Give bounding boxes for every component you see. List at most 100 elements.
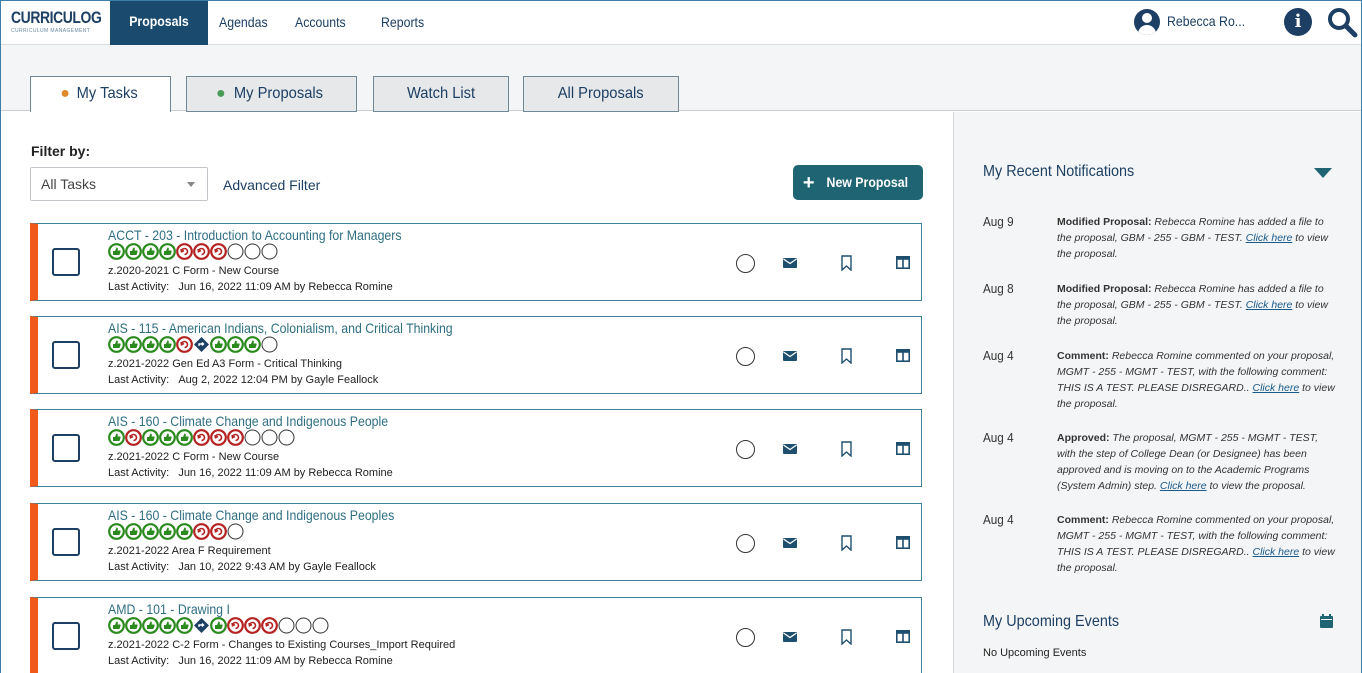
columns-icon[interactable] — [896, 630, 910, 643]
click-here-link[interactable]: Click here — [1160, 480, 1207, 492]
last-activity-value: Jan 10, 2022 9:43 AM by Gayle Feallock — [178, 561, 376, 573]
proposal-form: z.2021-2022 C-2 Form - Changes to Existi… — [108, 639, 456, 651]
tab-my-proposals[interactable]: ● My Proposals — [186, 76, 357, 112]
proposal-card[interactable]: AIS - 115 - American Indians, Colonialis… — [30, 316, 922, 394]
proposal-card[interactable]: ACCT - 203 - Introduction to Accounting … — [30, 223, 922, 301]
last-activity: Last Activity: Jun 16, 2022 11:09 AM by … — [108, 281, 393, 293]
status-circle-icon[interactable] — [736, 347, 755, 366]
workflow-step-empty-icon — [261, 429, 278, 446]
proposal-title-link[interactable]: ACCT - 203 - Introduction to Accounting … — [108, 227, 402, 243]
select-checkbox[interactable] — [52, 528, 80, 556]
task-filter-value: All Tasks — [41, 176, 96, 192]
workflow-step-green-icon — [142, 429, 159, 446]
calendar-icon[interactable] — [1320, 614, 1333, 628]
proposal-card[interactable]: AMD - 101 - Drawing I z.2021-2022 C-2 Fo… — [30, 597, 922, 673]
logo-text: CURRICULOG — [11, 8, 102, 27]
tab-all-proposals[interactable]: All Proposals — [523, 76, 679, 112]
workflow-step-empty-icon — [227, 243, 244, 260]
workflow-step-green-icon — [159, 336, 176, 353]
notification-date: Aug 9 — [983, 214, 1014, 229]
workflow-step-red-icon — [210, 523, 227, 540]
workflow-step-green-icon — [210, 617, 227, 634]
proposal-title-link[interactable]: AIS - 160 - Climate Change and Indigenou… — [108, 507, 394, 523]
collapse-caret-icon[interactable] — [1314, 168, 1332, 178]
workflow-steps — [108, 243, 278, 263]
columns-icon[interactable] — [896, 442, 910, 455]
mail-icon[interactable] — [783, 632, 797, 642]
workflow-step-green-icon — [108, 617, 125, 634]
proposal-form: z.2021-2022 Area F Requirement — [108, 545, 271, 557]
status-circle-icon[interactable] — [736, 628, 755, 647]
workflow-step-green-icon — [142, 336, 159, 353]
proposal-card[interactable]: AIS - 160 - Climate Change and Indigenou… — [30, 503, 922, 581]
nav-accounts[interactable]: Accounts — [295, 1, 346, 45]
workflow-step-green-icon — [125, 336, 142, 353]
proposal-title-link[interactable]: AIS - 160 - Climate Change and Indigenou… — [108, 413, 388, 429]
last-activity-value: Jun 16, 2022 11:09 AM by Rebecca Romine — [178, 655, 393, 667]
search-icon[interactable] — [1326, 6, 1358, 38]
bookmark-icon[interactable] — [841, 348, 852, 364]
info-icon[interactable]: i — [1284, 8, 1312, 36]
workflow-step-green-icon — [125, 523, 142, 540]
notification-date: Aug 4 — [983, 512, 1014, 527]
advanced-filter-link[interactable]: Advanced Filter — [223, 177, 320, 193]
proposal-form: z.2020-2021 C Form - New Course — [108, 265, 280, 277]
workflow-step-green-icon — [108, 336, 125, 353]
new-proposal-button[interactable]: + New Proposal — [793, 165, 923, 200]
notification-text: Approved: The proposal, MGMT - 255 - MGM… — [1057, 430, 1339, 494]
workflow-step-green-icon — [159, 523, 176, 540]
select-checkbox[interactable] — [52, 622, 80, 650]
bookmark-icon[interactable] — [841, 629, 852, 645]
nav-proposals[interactable]: Proposals — [110, 1, 208, 45]
curriculog-logo[interactable]: CURRICULOG CURRICULUM MANAGEMENT — [11, 8, 102, 39]
mail-icon[interactable] — [783, 351, 797, 361]
nav-reports[interactable]: Reports — [381, 1, 424, 45]
bookmark-icon[interactable] — [841, 535, 852, 551]
workflow-step-empty-icon — [295, 617, 312, 634]
plus-icon: + — [802, 172, 815, 194]
task-filter-select[interactable]: All Tasks — [30, 167, 208, 201]
last-activity: Last Activity: Jun 16, 2022 11:09 AM by … — [108, 467, 393, 479]
tab-label: My Tasks — [77, 85, 139, 102]
user-name-menu[interactable]: Rebecca Ro... — [1167, 13, 1245, 29]
workflow-step-green-icon — [159, 429, 176, 446]
status-circle-icon[interactable] — [736, 254, 755, 273]
columns-icon[interactable] — [896, 256, 910, 269]
logo-subtext: CURRICULUM MANAGEMENT — [11, 28, 91, 34]
mail-icon[interactable] — [783, 258, 797, 268]
workflow-step-green-icon — [227, 336, 244, 353]
status-circle-icon[interactable] — [736, 440, 755, 459]
last-activity-label: Last Activity: — [108, 374, 170, 386]
notification-date: Aug 4 — [983, 348, 1014, 363]
nav-agendas[interactable]: Agendas — [219, 1, 268, 45]
notification-kind: Approved: — [1057, 432, 1110, 444]
proposal-title-link[interactable]: AIS - 115 - American Indians, Colonialis… — [108, 320, 453, 336]
bookmark-icon[interactable] — [841, 255, 852, 271]
status-circle-icon[interactable] — [736, 534, 755, 553]
select-checkbox[interactable] — [52, 248, 80, 276]
notification-text: Modified Proposal: Rebecca Romine has ad… — [1057, 281, 1339, 329]
user-icon[interactable] — [1134, 9, 1160, 35]
last-activity-label: Last Activity: — [108, 561, 170, 573]
workflow-step-green-icon — [108, 523, 125, 540]
click-here-link[interactable]: Click here — [1252, 546, 1299, 558]
notification-date: Aug 8 — [983, 281, 1014, 296]
click-here-link[interactable]: Click here — [1246, 232, 1293, 244]
workflow-step-empty-icon — [244, 429, 261, 446]
select-checkbox[interactable] — [52, 434, 80, 462]
columns-icon[interactable] — [896, 536, 910, 549]
columns-icon[interactable] — [896, 349, 910, 362]
notification-text: Comment: Rebecca Romine commented on you… — [1057, 512, 1339, 576]
workflow-step-red-icon — [193, 243, 210, 260]
tab-watch-list[interactable]: Watch List — [373, 76, 509, 112]
select-checkbox[interactable] — [52, 341, 80, 369]
click-here-link[interactable]: Click here — [1246, 299, 1293, 311]
proposal-card[interactable]: AIS - 160 - Climate Change and Indigenou… — [30, 409, 922, 487]
proposal-title-link[interactable]: AMD - 101 - Drawing I — [108, 601, 230, 617]
notification-kind: Modified Proposal: — [1057, 216, 1152, 228]
click-here-link[interactable]: Click here — [1252, 382, 1299, 394]
mail-icon[interactable] — [783, 538, 797, 548]
bookmark-icon[interactable] — [841, 441, 852, 457]
tab-my-tasks[interactable]: ● My Tasks — [30, 76, 171, 113]
mail-icon[interactable] — [783, 444, 797, 454]
